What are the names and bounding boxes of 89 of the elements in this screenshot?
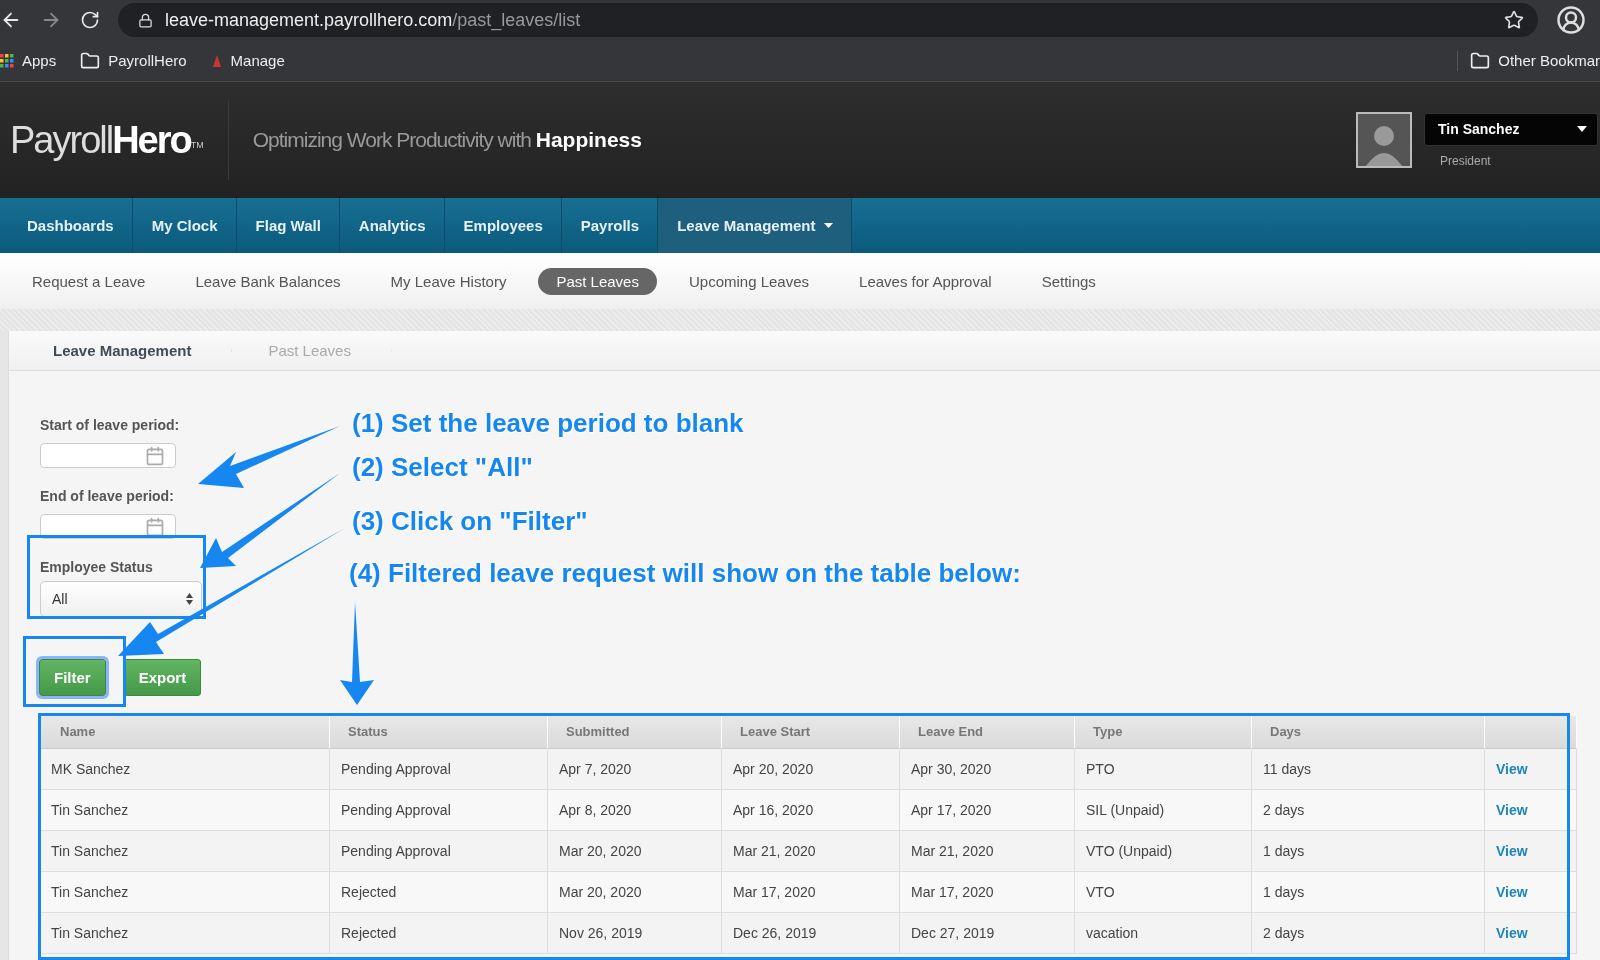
column-header: Name <box>40 716 330 749</box>
apps-grid-icon <box>0 53 14 68</box>
field-label: Employee Status <box>40 559 154 575</box>
table-cell: Mar 17, 2020 <box>900 872 1075 913</box>
table-cell: Apr 7, 2020 <box>548 749 722 790</box>
subnav-tab[interactable]: My Leave History <box>372 267 525 295</box>
table-cell: Tin Sanchez <box>40 872 330 913</box>
column-header: Days <box>1252 716 1485 749</box>
field-label: End of leave period: <box>40 488 175 504</box>
table-cell: Tin Sanchez <box>40 913 330 954</box>
view-link[interactable]: View <box>1496 843 1528 859</box>
annotation-text: (1) Set the leave period to blank <box>352 408 744 439</box>
table-cell: 1 days <box>1252 831 1485 872</box>
table-cell: Rejected <box>330 913 548 954</box>
profile-icon[interactable] <box>1556 5 1586 35</box>
stepper-icon <box>186 593 193 605</box>
table-cell: vacation <box>1075 913 1252 954</box>
table-cell: Apr 17, 2020 <box>900 790 1075 831</box>
table-cell: 11 days <box>1252 749 1485 790</box>
column-header: Leave End <box>900 716 1075 749</box>
subnav-tab[interactable]: Settings <box>1023 267 1114 295</box>
table-cell: 1 days <box>1252 872 1485 913</box>
caret-icon <box>1577 126 1587 132</box>
table-cell: Dec 27, 2019 <box>900 913 1075 954</box>
breadcrumb-item[interactable]: Leave Management <box>9 331 233 370</box>
view-link[interactable]: View <box>1496 925 1528 941</box>
table-cell: Tin Sanchez <box>40 831 330 872</box>
folder-icon <box>80 50 101 71</box>
table-cell: Tin Sanchez <box>40 790 330 831</box>
table-cell: Apr 30, 2020 <box>900 749 1075 790</box>
annotation-text: (3) Click on "Filter" <box>352 506 588 537</box>
url-path: /past_leaves/list <box>452 9 581 31</box>
calendar-icon <box>145 445 165 466</box>
table-cell: PTO <box>1075 749 1252 790</box>
table-cell: 2 days <box>1252 790 1485 831</box>
table-cell: Dec 26, 2019 <box>722 913 900 954</box>
date-field[interactable] <box>40 514 176 539</box>
lock-icon <box>138 12 153 28</box>
bookmark[interactable]: Apps <box>0 52 57 69</box>
calendar-icon <box>145 516 165 537</box>
table-cell: Pending Approval <box>330 749 548 790</box>
user-role: President <box>1439 153 1492 168</box>
nav-tab[interactable]: Leave Management <box>658 198 852 253</box>
subnav-tab[interactable]: Leaves for Approval <box>841 267 1010 295</box>
table-cell: Pending Approval <box>330 790 548 831</box>
table-cell: Mar 21, 2020 <box>900 831 1075 872</box>
bookmark[interactable]: PayrollHero <box>80 50 187 71</box>
column-header: Type <box>1075 716 1252 749</box>
table-cell: SIL (Unpaid) <box>1075 790 1252 831</box>
table-cell: Mar 21, 2020 <box>722 831 900 872</box>
table-cell: Apr 16, 2020 <box>722 790 900 831</box>
star-icon[interactable] <box>1504 10 1524 30</box>
other-bookmarks[interactable]: Other Bookmar <box>1457 50 1600 71</box>
table-cell: Mar 17, 2020 <box>722 872 900 913</box>
view-link[interactable]: View <box>1496 802 1528 818</box>
tagline: Optimizing Work Productivity with Happiness <box>252 128 643 152</box>
table-cell: Mar 20, 2020 <box>548 872 722 913</box>
status-select[interactable]: All <box>40 581 202 617</box>
subnav-tab[interactable]: Past Leaves <box>538 267 657 295</box>
view-link[interactable]: View <box>1496 761 1528 777</box>
column-header: Leave Start <box>722 716 900 749</box>
url-host: leave-management.payrollhero.com <box>165 9 453 30</box>
column-header: Submitted <box>548 716 722 749</box>
table-cell: Pending Approval <box>330 831 548 872</box>
subnav-tab[interactable]: Leave Bank Balances <box>177 267 359 295</box>
logo: PayrollHeroTM <box>10 100 229 180</box>
subnav-tab[interactable]: Request a Leave <box>14 267 164 295</box>
view-link[interactable]: View <box>1496 884 1528 900</box>
column-header: Status <box>330 716 548 749</box>
table-cell: VTO (Unpaid) <box>1075 831 1252 872</box>
folder-icon <box>1470 50 1491 71</box>
bookmark[interactable]: Manage <box>210 52 285 69</box>
annotation-text: (4) Filtered leave request will show on the table below: <box>349 558 1021 589</box>
table-cell: 2 days <box>1252 913 1485 954</box>
field-label: Start of leave period: <box>40 417 181 433</box>
table-cell: Apr 20, 2020 <box>722 749 900 790</box>
user-menu-button[interactable]: Tin Sanchez <box>1424 112 1598 146</box>
avatar-placeholder <box>1356 112 1412 168</box>
address-bar[interactable]: leave-management.payrollhero.com/past_leaves/list <box>118 3 1538 37</box>
table-cell: Apr 8, 2020 <box>548 790 722 831</box>
table-cell: VTO <box>1075 872 1252 913</box>
table-cell: Nov 26, 2019 <box>548 913 722 954</box>
reload-icon[interactable] <box>80 10 100 30</box>
subnav-tab[interactable]: Upcoming Leaves <box>670 267 828 295</box>
table-cell: MK Sanchez <box>40 749 330 790</box>
table-cell: Mar 20, 2020 <box>548 831 722 872</box>
annotation-text: (2) Select "All" <box>352 452 533 483</box>
date-field[interactable] <box>40 443 176 468</box>
table-cell: Rejected <box>330 872 548 913</box>
